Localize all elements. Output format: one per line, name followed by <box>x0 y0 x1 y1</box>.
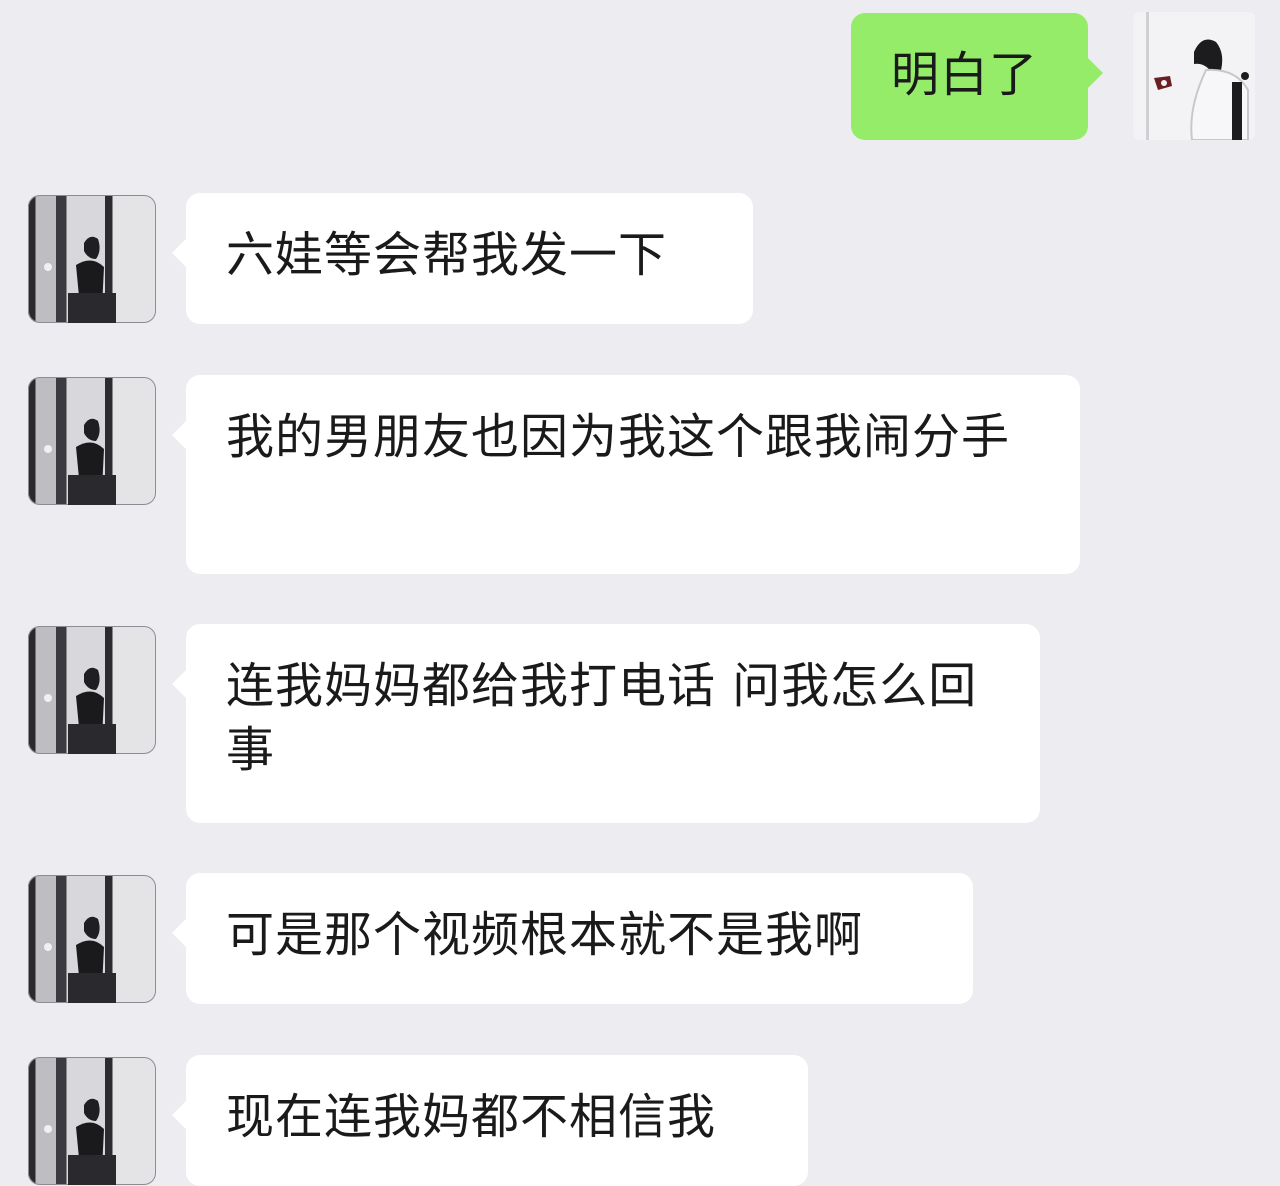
message-text: 我的男朋友也因为我这个跟我闹分手 <box>226 409 1011 465</box>
contact-avatar-icon[interactable] <box>28 195 156 323</box>
contact-avatar-icon[interactable] <box>28 377 156 505</box>
contact-avatar-icon[interactable] <box>28 1057 156 1185</box>
incoming-message-bubble[interactable]: 六娃等会帮我发一下 <box>172 193 753 324</box>
contact-avatar-image <box>28 377 156 505</box>
contact-avatar-icon[interactable] <box>28 875 156 1003</box>
message-text: 明白了 <box>891 47 1039 103</box>
incoming-message-bubble[interactable]: 我的男朋友也因为我这个跟我闹分手 <box>172 375 1080 574</box>
incoming-message-bubble[interactable]: 现在连我妈都不相信我 <box>172 1055 808 1186</box>
self-avatar-icon[interactable] <box>1133 12 1255 140</box>
contact-avatar-icon[interactable] <box>28 626 156 754</box>
contact-avatar-image <box>28 1057 156 1185</box>
contact-avatar-image <box>28 626 156 754</box>
message-text: 连我妈妈都给我打电话 问我怎么回事 <box>226 658 978 778</box>
chat-window: 明白了 六娃等会帮我发一下 我的男朋友也因为我这个跟我闹分手 连我妈妈都给我打电… <box>0 0 1280 1186</box>
outgoing-message-bubble[interactable]: 明白了 <box>851 13 1103 140</box>
self-avatar-image <box>1136 12 1255 140</box>
contact-avatar-image <box>28 875 156 1003</box>
incoming-message-bubble[interactable]: 连我妈妈都给我打电话 问我怎么回事 <box>172 624 1040 823</box>
incoming-message-bubble[interactable]: 可是那个视频根本就不是我啊 <box>172 873 973 1004</box>
contact-avatar-image <box>28 195 156 323</box>
message-text: 可是那个视频根本就不是我啊 <box>226 907 864 963</box>
message-text: 现在连我妈都不相信我 <box>226 1089 717 1145</box>
message-text: 六娃等会帮我发一下 <box>226 227 668 283</box>
